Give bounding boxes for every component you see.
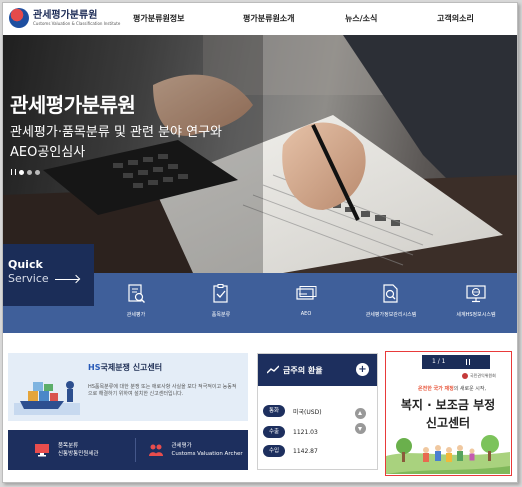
logo-english: Customs Valuation & Classification Insti… <box>33 20 121 26</box>
main-nav: 평가분류원정보 평가분류원소개 뉴스/소식 고객의소리 <box>133 3 507 35</box>
arrow-right-icon <box>54 278 79 280</box>
monitor-icon <box>35 444 49 457</box>
link-valuation-archer[interactable]: 관세평가 Customs Valuation Archer <box>136 430 249 470</box>
clipboard-check-icon <box>213 284 228 303</box>
bottom-link-bar: 품목분류 신통방통민원세관 관세평가 Customs Valuation Arc… <box>8 430 248 470</box>
site-logo[interactable]: 관세평가분류원 Customs Valuation & Classificati… <box>9 8 120 28</box>
hero-title: 관세평가분류원 <box>10 93 136 117</box>
pause-icon[interactable] <box>11 169 16 175</box>
quick-item-valuation-system[interactable]: 관세평가정보관리시스템 <box>351 283 431 318</box>
nav-news[interactable]: 뉴스/소식 <box>345 3 437 35</box>
people-illustration <box>386 435 510 474</box>
people-icon <box>148 444 163 456</box>
nav-institute-info[interactable]: 평가분류원정보 <box>133 3 243 35</box>
arrow-up-icon[interactable] <box>355 408 366 419</box>
emblem-icon <box>9 8 29 28</box>
popup-banner[interactable]: 1 / 1 국민권익위원회 온전한 국가 재정의 새로운 시작, 복지 · 보조… <box>385 351 512 476</box>
plus-icon[interactable]: + <box>356 363 369 376</box>
slide-dot-3[interactable] <box>35 169 40 175</box>
link-classification-service[interactable]: 품목분류 신통방통민원세관 <box>8 430 135 470</box>
file-search-icon <box>383 284 398 303</box>
quick-item-hs-system[interactable]: 세계HS정보시스템 <box>436 283 516 318</box>
exchange-rate-widget: 금주의 환율 + 통화 미국(USD) 수출 1121.03 수입 1142.8… <box>257 353 378 470</box>
cards-icon <box>296 286 317 300</box>
rate-row-export: 수출 1121.03 <box>263 426 318 438</box>
currency-select[interactable]: 미국(USD) <box>293 407 322 416</box>
popup-pager: 1 / 1 <box>422 355 490 369</box>
document-search-icon <box>128 284 145 303</box>
site-header: 관세평가분류원 Customs Valuation & Classificati… <box>3 3 517 35</box>
quick-item-classification[interactable]: 품목분류 <box>181 283 261 318</box>
logo-korean: 관세평가분류원 <box>33 9 98 21</box>
quick-item-valuation[interactable]: 관세평가 <box>96 283 176 318</box>
quick-item-aeo[interactable]: AEO <box>266 283 346 317</box>
browser-frame: 관세평가분류원 Customs Valuation & Classificati… <box>2 2 518 483</box>
popup-logo: 국민권익위원회 <box>462 373 496 379</box>
nav-customer-voice[interactable]: 고객의소리 <box>437 3 507 35</box>
chart-line-icon <box>267 365 279 374</box>
quick-service-heading: Quick Service <box>3 244 94 306</box>
pause-icon[interactable] <box>466 359 470 365</box>
emblem-icon <box>462 373 468 379</box>
popup-title-line2: 신고센터 <box>425 416 471 430</box>
slide-controls <box>11 169 40 175</box>
rate-row-currency: 통화 미국(USD) <box>263 405 322 417</box>
popup-slogan: 온전한 국가 재정의 새로운 시작, <box>418 386 487 392</box>
nav-institute-intro[interactable]: 평가분류원소개 <box>243 3 345 35</box>
monitor-globe-icon <box>466 285 486 303</box>
slide-dot-2[interactable] <box>27 169 32 175</box>
ship-illustration <box>14 381 80 415</box>
hero-subtitle: 관세평가·품목분류 및 관련 분야 연구와 AEO공인심사 <box>10 125 223 160</box>
rate-row-import: 수입 1142.87 <box>263 445 318 457</box>
hs-dispute-center-banner[interactable]: HS국제분쟁 신고센터 HS품목분류에 대한 분쟁 또는 애로사항 사실을 보다… <box>8 353 248 421</box>
arrow-down-icon[interactable] <box>355 423 366 434</box>
hero-banner: 관세평가분류원 관세평가·품목분류 및 관련 분야 연구와 AEO공인심사 <box>3 35 517 273</box>
slide-dot-1[interactable] <box>19 169 24 175</box>
popup-title-line1: 복지 · 보조금 부정 <box>400 398 496 412</box>
hs-center-description: HS품목분류에 대한 분쟁 또는 애로사항 사실을 보다 적극적이고 능동적으로… <box>88 384 237 397</box>
hs-center-title: HS국제분쟁 신고센터 <box>88 363 163 372</box>
